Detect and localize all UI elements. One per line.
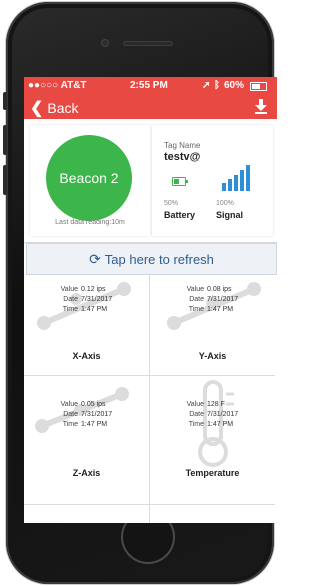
sensor-readings: Value 0.05 ips Date 7/31/2017 Time 1:47 PM [24, 400, 149, 430]
tag-name-value: testv@ [164, 151, 201, 163]
sensor-date: 7/31/2017 [207, 296, 239, 303]
date-label: Date [63, 411, 78, 418]
sensor-tile-z-axis[interactable]: Value 0.05 ips Date 7/31/2017 Time 1:47 PM … [24, 376, 150, 505]
time-label: Time [62, 306, 78, 313]
time-label: Time [62, 421, 78, 428]
clock: 2:55 PM [130, 80, 168, 91]
download-icon[interactable] [254, 99, 268, 115]
sensor-date: 7/31/2017 [81, 296, 113, 303]
sensor-tile-partial[interactable] [150, 505, 275, 523]
mute-switch [3, 92, 7, 110]
signal-percent-text: 100% [216, 200, 234, 207]
battery-percent-text: 50% [164, 200, 179, 207]
battery-icon [172, 177, 188, 186]
date-label: Date [63, 296, 78, 303]
volume-down-button [3, 165, 7, 195]
nav-bar: ❮ Back [24, 95, 277, 119]
sensor-time: 1:47 PM [207, 306, 234, 313]
last-reading-text: Last data reading:10m [55, 219, 125, 226]
sensor-tile-partial[interactable] [24, 505, 150, 523]
signal-label: Signal [216, 210, 244, 220]
sensor-value: 128 F [207, 401, 225, 408]
sensor-tile-x-axis[interactable]: Value 0.12 ips Date 7/31/2017 Time 1:47 PM … [24, 275, 150, 376]
front-camera [101, 39, 109, 47]
app-screen: ●●○○○ AT&T 2:55 PM ➚ ᛒ 60% ❮ Back Beacon … [24, 77, 277, 523]
sensor-value: 0.08 ips [207, 286, 232, 293]
sensor-time: 1:47 PM [207, 421, 234, 428]
signal-bar [240, 170, 244, 191]
battery-label: Battery [164, 210, 196, 220]
sensor-time: 1:47 PM [81, 421, 108, 428]
date-label: Date [189, 411, 204, 418]
sensor-title: Temperature [185, 468, 240, 478]
status-bar: ●●○○○ AT&T 2:55 PM ➚ ᛒ 60% [24, 77, 277, 95]
sensor-value: 0.12 ips [81, 286, 106, 293]
sensor-date: 7/31/2017 [81, 411, 113, 418]
time-label: Time [188, 421, 204, 428]
sensor-title: Z-Axis [72, 468, 101, 478]
sensor-readings: Value 128 F Date 7/31/2017 Time 1:47 PM [150, 400, 275, 430]
sensor-readings: Value 0.12 ips Date 7/31/2017 Time 1:47 PM [24, 285, 149, 315]
earpiece-speaker [123, 41, 173, 46]
volume-up-button [3, 125, 7, 155]
chevron-left-icon: ❮ [30, 100, 44, 117]
sensor-title: X-Axis [72, 351, 101, 361]
tag-name-label: Tag Name [164, 141, 201, 150]
tag-card: Tag Name testv@ 50% 100% Battery Signal [152, 125, 273, 236]
beacon-status-circle: Beacon 2 [46, 135, 132, 221]
sensor-readings: Value 0.08 ips Date 7/31/2017 Time 1:47 PM [150, 285, 275, 315]
signal-bar [246, 165, 250, 191]
carrier-label: ●●○○○ AT&T [28, 80, 87, 91]
beacon-card: Beacon 2 Last data reading:10m [30, 125, 150, 236]
refresh-label: Tap here to refresh [104, 252, 214, 267]
value-label: Value [186, 401, 204, 408]
value-label: Value [186, 286, 204, 293]
sensor-grid: Value 0.12 ips Date 7/31/2017 Time 1:47 PM … [24, 275, 277, 523]
refresh-button[interactable]: ⟳ Tap here to refresh [26, 243, 277, 275]
signal-bars-icon [222, 163, 256, 191]
sensor-title: Y-Axis [198, 351, 227, 361]
time-label: Time [188, 306, 204, 313]
sensor-date: 7/31/2017 [207, 411, 239, 418]
sensor-time: 1:47 PM [81, 306, 108, 313]
back-label: Back [47, 100, 79, 116]
back-button[interactable]: ❮ Back [30, 98, 79, 118]
sensor-tile-temperature[interactable]: Value 128 F Date 7/31/2017 Time 1:47 PM Tem… [150, 376, 275, 505]
date-label: Date [189, 296, 204, 303]
value-label: Value [60, 286, 78, 293]
signal-bar [222, 183, 226, 191]
refresh-icon: ⟳ [89, 251, 101, 267]
battery-percent: 60% [224, 80, 245, 91]
bluetooth-icon: ᛒ [214, 80, 220, 91]
status-battery-icon [250, 82, 267, 91]
sensor-tile-y-axis[interactable]: Value 0.08 ips Date 7/31/2017 Time 1:47 PM … [150, 275, 275, 376]
location-arrow-icon: ➚ [202, 80, 211, 91]
signal-bar [234, 175, 238, 191]
value-label: Value [60, 401, 78, 408]
summary-panel: Beacon 2 Last data reading:10m Tag Name … [24, 119, 277, 243]
sensor-value: 0.05 ips [81, 401, 106, 408]
signal-bar [228, 179, 232, 191]
